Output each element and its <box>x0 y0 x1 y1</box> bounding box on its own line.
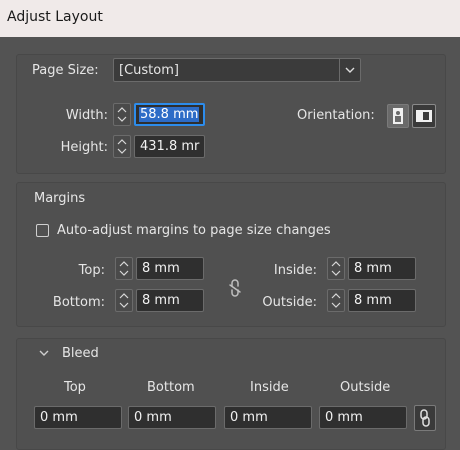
bleed-outside-input[interactable]: 0 mm <box>319 406 407 429</box>
bleed-top-label: Top <box>64 380 86 395</box>
chevron-down-icon <box>339 59 360 81</box>
margin-bottom-stepper[interactable] <box>115 289 133 312</box>
margin-inside-stepper[interactable] <box>327 257 345 280</box>
landscape-orientation-icon[interactable] <box>412 104 436 128</box>
bleed-inside-input[interactable]: 0 mm <box>224 406 312 429</box>
margin-outside-input[interactable]: 8 mm <box>348 289 416 312</box>
width-stepper[interactable] <box>113 103 131 126</box>
window-title: Adjust Layout <box>7 9 103 25</box>
bleed-inside-label: Inside <box>250 380 289 395</box>
margin-bottom-label: Bottom: <box>52 295 105 310</box>
margin-top-stepper[interactable] <box>115 257 133 280</box>
bleed-heading[interactable]: Bleed <box>62 346 99 361</box>
margin-top-value: 8 mm <box>142 261 180 276</box>
width-input[interactable]: 58.8 mm <box>134 103 205 126</box>
margins-heading: Margins <box>34 191 86 206</box>
bleed-bottom-value: 0 mm <box>134 410 172 425</box>
bleed-top-value: 0 mm <box>40 410 78 425</box>
height-input[interactable]: 431.8 mr <box>134 135 205 158</box>
page-size-value: [Custom] <box>119 63 179 78</box>
portrait-orientation-icon[interactable] <box>387 104 409 128</box>
broken-link-icon[interactable] <box>225 277 245 299</box>
margin-bottom-value: 8 mm <box>142 293 180 308</box>
orientation-label: Orientation: <box>297 108 375 123</box>
page-size-label: Page Size: <box>32 63 99 78</box>
title-bar: Adjust Layout <box>0 0 460 37</box>
width-value: 58.8 mm <box>139 107 200 122</box>
margin-outside-stepper[interactable] <box>327 289 345 312</box>
page-size-dropdown[interactable]: [Custom] <box>113 58 361 82</box>
bleed-bottom-label: Bottom <box>147 380 195 395</box>
width-label: Width: <box>65 108 108 123</box>
bleed-inside-value: 0 mm <box>230 410 268 425</box>
bleed-collapse-chevron-icon[interactable] <box>36 345 52 361</box>
bleed-outside-label: Outside <box>340 380 391 395</box>
height-value: 431.8 mr <box>140 139 200 154</box>
margin-outside-label: Outside: <box>262 295 317 310</box>
height-stepper[interactable] <box>113 135 131 158</box>
bleed-top-input[interactable]: 0 mm <box>34 406 122 429</box>
margin-bottom-input[interactable]: 8 mm <box>136 289 204 312</box>
auto-adjust-label[interactable]: Auto-adjust margins to page size changes <box>57 223 331 238</box>
auto-adjust-checkbox[interactable] <box>36 224 49 237</box>
bleed-bottom-input[interactable]: 0 mm <box>128 406 216 429</box>
margin-top-input[interactable]: 8 mm <box>136 257 204 280</box>
margin-inside-label: Inside: <box>273 263 317 278</box>
link-chain-icon[interactable] <box>414 405 436 431</box>
margin-outside-value: 8 mm <box>354 293 392 308</box>
margin-inside-input[interactable]: 8 mm <box>348 257 416 280</box>
margin-inside-value: 8 mm <box>354 261 392 276</box>
bleed-outside-value: 0 mm <box>325 410 363 425</box>
margin-top-label: Top: <box>78 263 105 278</box>
height-label: Height: <box>60 140 108 155</box>
